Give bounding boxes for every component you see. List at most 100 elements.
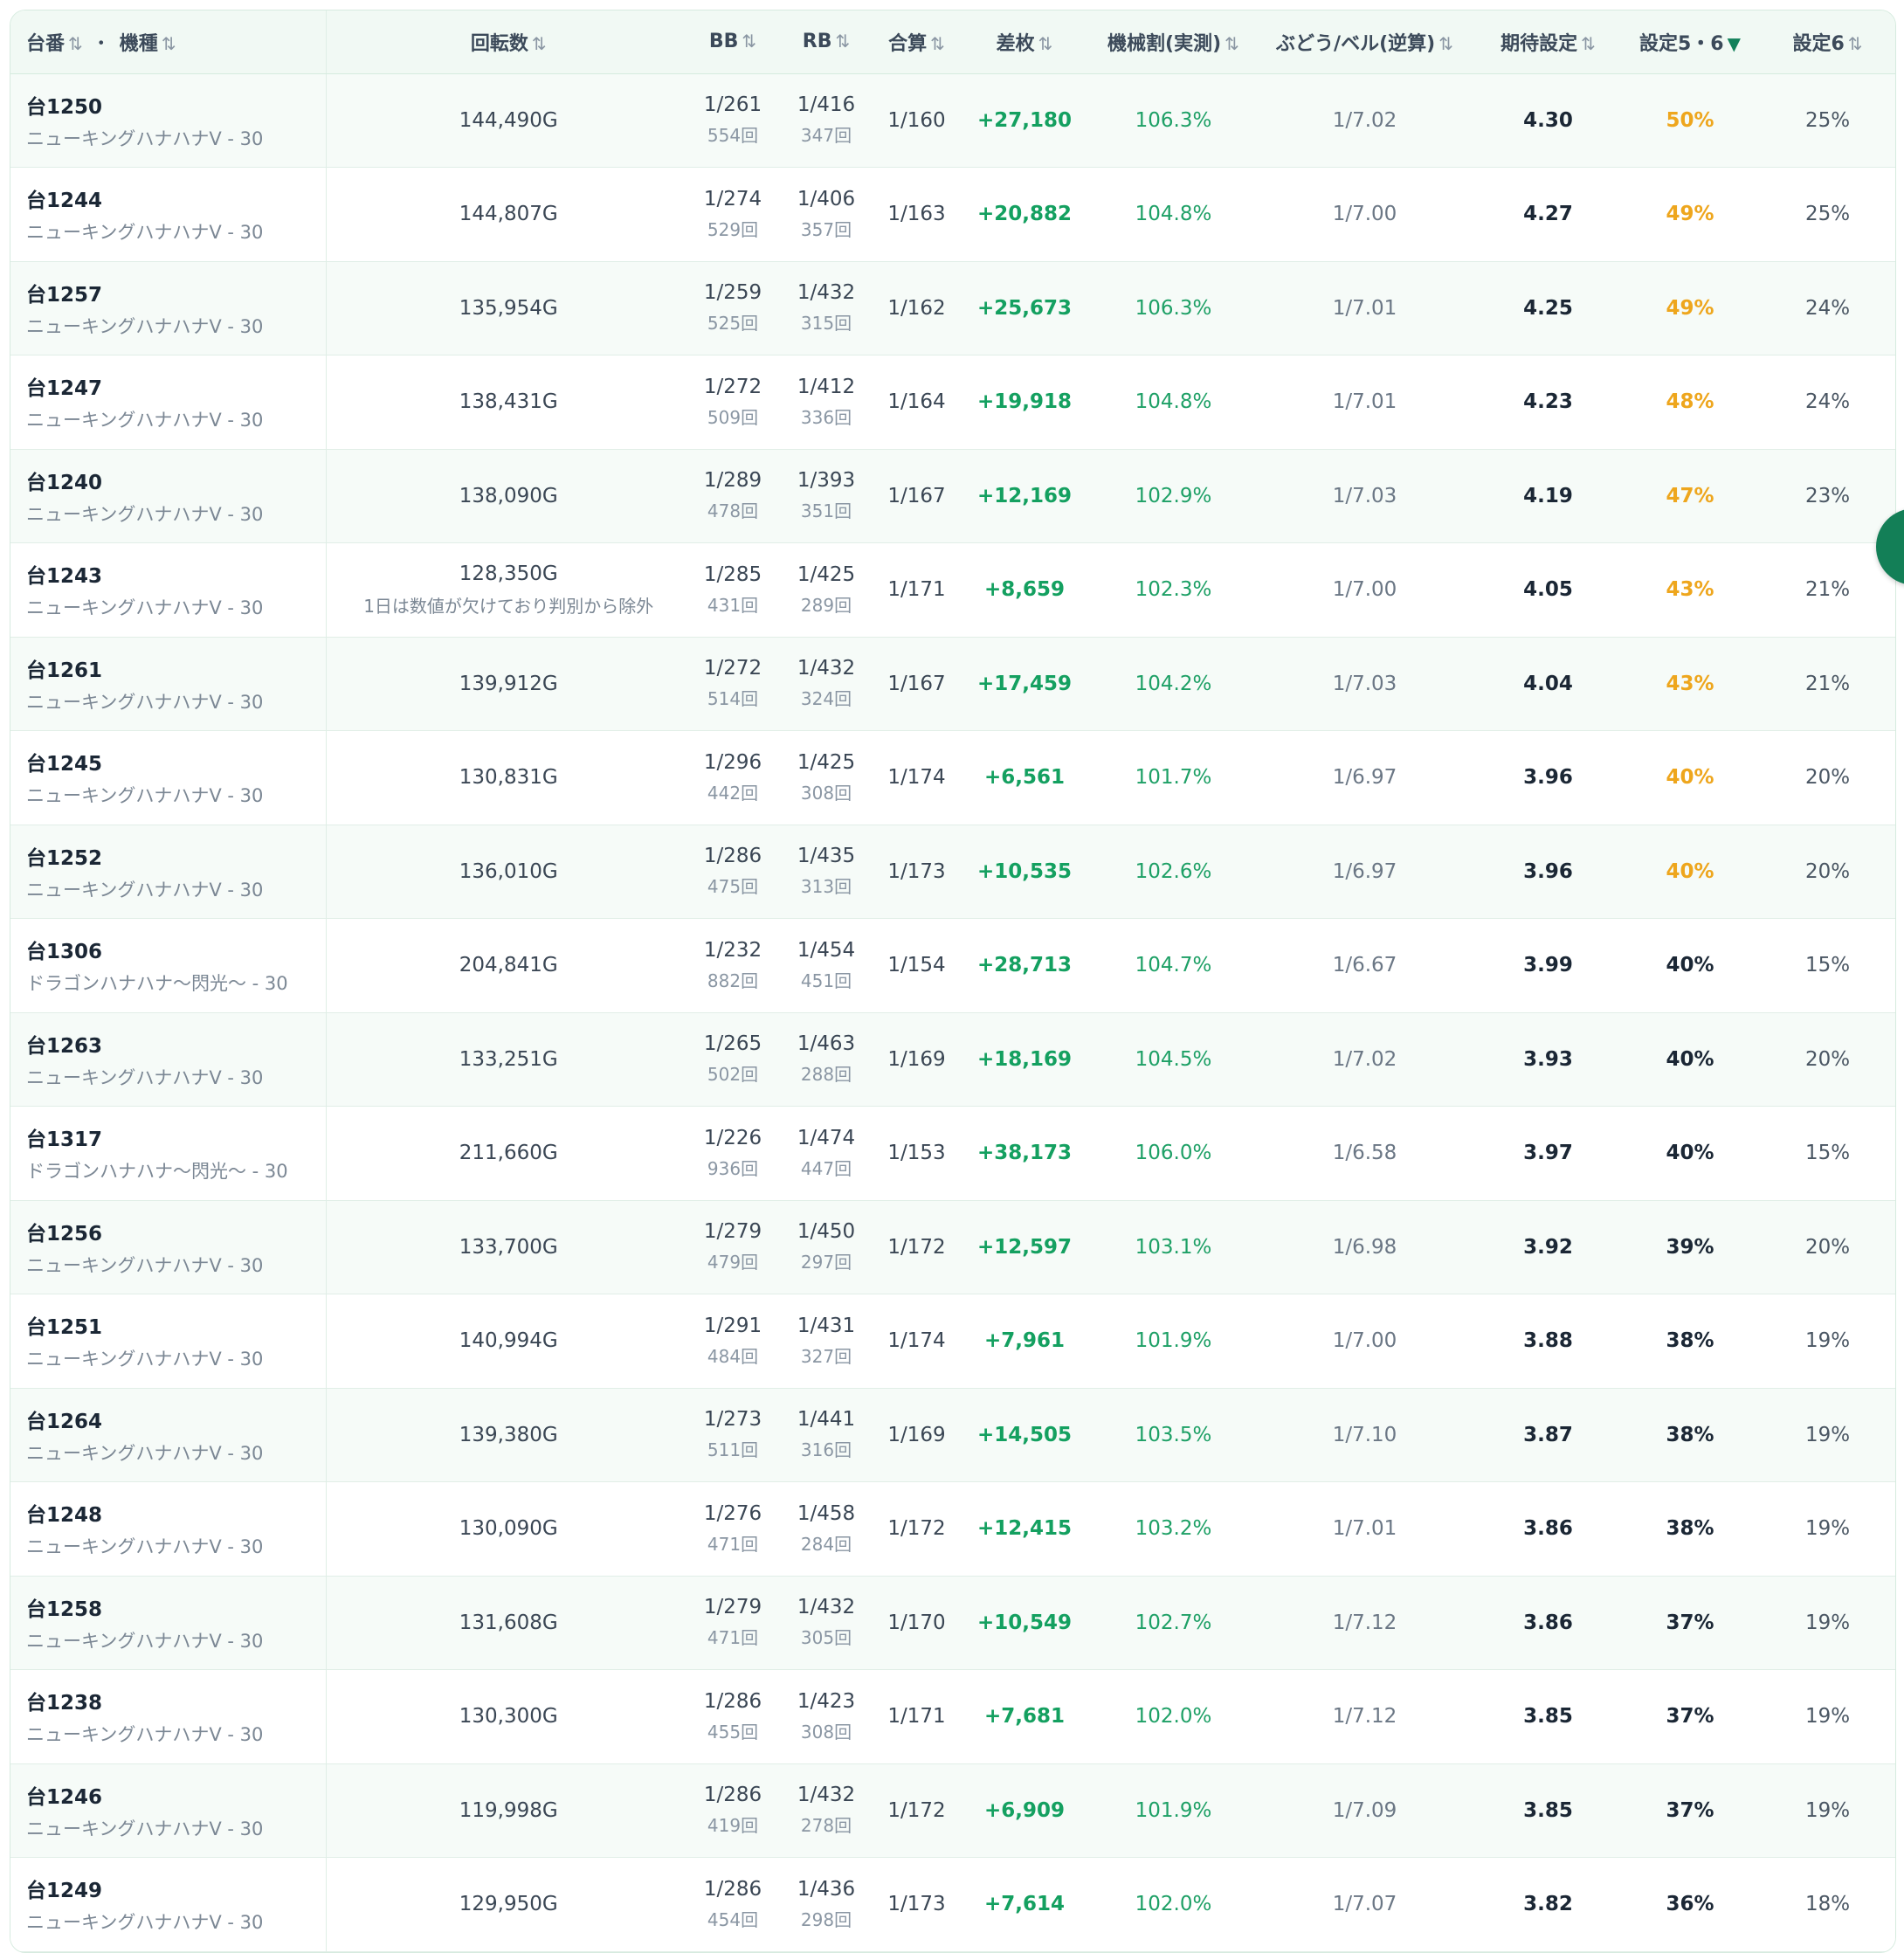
grape-cell: 1/7.10 <box>1332 1423 1397 1446</box>
sort-icon[interactable]: ⇅ <box>1848 33 1863 54</box>
setting6-cell: 15% <box>1804 954 1851 977</box>
sort-icon[interactable]: ⇅ <box>835 31 850 52</box>
setting56-cell: 49% <box>1666 203 1714 226</box>
table-row[interactable]: 台1257 ニューキングハナハナV - 30 135,954G 1/259 52… <box>10 261 1895 355</box>
sort-icon[interactable]: ⇅ <box>532 33 547 54</box>
header-payout-rate[interactable]: 機械割(実測) ⇅ <box>1093 10 1253 74</box>
table-row[interactable]: 台1240 ニューキングハナハナV - 30 138,090G 1/289 47… <box>10 449 1895 543</box>
header-expected-setting[interactable]: 期待設定 ⇅ <box>1476 10 1620 74</box>
table-row[interactable]: 台1264 ニューキングハナハナV - 30 139,380G 1/273 51… <box>10 1388 1895 1482</box>
rb-cell: 1/432 278回 <box>775 1763 878 1858</box>
setting6-cell: 19% <box>1804 1329 1851 1353</box>
header-spins-label: 回転数 <box>470 32 528 55</box>
sort-icon[interactable]: ⇅ <box>1224 33 1239 54</box>
bb-ratio: 1/261 <box>703 93 762 117</box>
header-setting56-label: 設定5・6 <box>1638 32 1724 55</box>
combined-cell: 1/169 <box>887 1423 946 1446</box>
bb-count: 882回 <box>707 970 759 991</box>
rb-ratio: 1/454 <box>797 938 856 962</box>
sort-icon[interactable]: ⇅ <box>742 31 756 52</box>
table-row[interactable]: 台1238 ニューキングハナハナV - 30 130,300G 1/286 45… <box>10 1669 1895 1763</box>
header-combined[interactable]: 合算 ⇅ <box>878 10 955 74</box>
sort-desc-active-icon[interactable]: ▼ <box>1728 33 1741 54</box>
header-rb[interactable]: RB ⇅ <box>775 10 878 74</box>
table-row[interactable]: 台1243 ニューキングハナハナV - 30 128,350G 1日は数値が欠け… <box>10 542 1895 638</box>
combined-cell: 1/164 <box>887 390 946 414</box>
diff-cell: +12,415 <box>976 1517 1073 1541</box>
grape-cell: 1/6.97 <box>1332 859 1397 883</box>
rb-count: 308回 <box>800 1721 852 1743</box>
machine-number: 台1246 <box>26 1785 103 1809</box>
bb-ratio: 1/226 <box>703 1126 762 1149</box>
machine-number: 台1245 <box>26 753 103 776</box>
diff-cell: +18,169 <box>976 1047 1073 1071</box>
table-row[interactable]: 台1317 ドラゴンハナハナ〜閃光〜 - 30 211,660G 1/226 9… <box>10 1106 1895 1200</box>
rb-cell: 1/435 313回 <box>775 825 878 919</box>
table-row[interactable]: 台1248 ニューキングハナハナV - 30 130,090G 1/276 47… <box>10 1481 1895 1577</box>
sort-icon[interactable]: ⇅ <box>162 33 176 54</box>
spins-cell: 204,841G <box>326 919 691 1013</box>
rb-ratio: 1/435 <box>797 845 856 868</box>
bb-ratio: 1/285 <box>703 562 762 586</box>
sort-icon[interactable]: ⇅ <box>68 33 83 54</box>
header-grape[interactable]: ぶどう/ベル(逆算) ⇅ <box>1253 10 1476 74</box>
table-row[interactable]: 台1250 ニューキングハナハナV - 30 144,490G 1/261 55… <box>10 73 1895 168</box>
table-row[interactable]: 台1251 ニューキングハナハナV - 30 140,994G 1/291 48… <box>10 1294 1895 1388</box>
table-row[interactable]: 台1245 ニューキングハナハナV - 30 130,831G 1/296 44… <box>10 730 1895 825</box>
table-row[interactable]: 台1263 ニューキングハナハナV - 30 133,251G 1/265 50… <box>10 1012 1895 1107</box>
table-row[interactable]: 台1246 ニューキングハナハナV - 30 119,998G 1/286 41… <box>10 1763 1895 1858</box>
spins-cell: 139,912G <box>326 637 691 731</box>
sort-icon[interactable]: ⇅ <box>1038 33 1053 54</box>
header-spins[interactable]: 回転数 ⇅ <box>326 10 691 74</box>
bb-cell: 1/274 529回 <box>691 168 775 262</box>
bb-ratio: 1/296 <box>703 750 762 774</box>
table-row[interactable]: 台1244 ニューキングハナハナV - 30 144,807G 1/274 52… <box>10 167 1895 262</box>
machine-name: ニューキングハナハナV - 30 <box>26 1349 264 1370</box>
grape-cell: 1/7.12 <box>1332 1705 1397 1729</box>
sort-icon[interactable]: ⇅ <box>1438 33 1453 54</box>
grape-cell: 1/7.00 <box>1332 578 1397 602</box>
bb-count: 936回 <box>707 1157 759 1179</box>
header-bb[interactable]: BB ⇅ <box>691 10 775 74</box>
header-machine[interactable]: 台番 ⇅ ・機種 ⇅ <box>10 10 327 74</box>
bb-cell: 1/276 471回 <box>691 1482 775 1577</box>
rb-count: 316回 <box>800 1439 852 1461</box>
bb-cell: 1/285 431回 <box>691 543 775 638</box>
diff-cell: +12,597 <box>976 1235 1073 1259</box>
header-setting6[interactable]: 設定6 ⇅ <box>1760 10 1895 74</box>
bb-cell: 1/296 442回 <box>691 731 775 825</box>
setting56-cell: 38% <box>1666 1517 1714 1541</box>
table-row[interactable]: 台1247 ニューキングハナハナV - 30 138,431G 1/272 50… <box>10 355 1895 449</box>
expected-setting-cell: 4.19 <box>1523 484 1573 507</box>
header-diff[interactable]: 差枚 ⇅ <box>955 10 1093 74</box>
setting56-cell: 50% <box>1666 108 1714 132</box>
payout-rate-cell: 102.3% <box>1135 578 1212 602</box>
table-row[interactable]: 台1258 ニューキングハナハナV - 30 131,608G 1/279 47… <box>10 1576 1895 1670</box>
machine-name: ニューキングハナハナV - 30 <box>26 128 264 149</box>
table-row[interactable]: 台1256 ニューキングハナハナV - 30 133,700G 1/279 47… <box>10 1200 1895 1294</box>
rb-ratio: 1/393 <box>797 469 856 493</box>
table-row[interactable]: 台1306 ドラゴンハナハナ〜閃光〜 - 30 204,841G 1/232 8… <box>10 918 1895 1013</box>
bb-count: 431回 <box>707 594 759 616</box>
machine-cell: 台1264 ニューキングハナハナV - 30 <box>10 1388 327 1482</box>
payout-rate-cell: 102.0% <box>1135 1705 1212 1729</box>
table-row[interactable]: 台1249 ニューキングハナハナV - 30 129,950G 1/286 45… <box>10 1857 1895 1952</box>
setting6-cell: 24% <box>1804 296 1851 320</box>
sort-icon[interactable]: ⇅ <box>930 33 945 54</box>
header-setting56[interactable]: 設定5・6 ▼ <box>1620 10 1760 74</box>
spins-value: 119,998G <box>459 1798 558 1822</box>
bb-count: 511回 <box>707 1439 759 1461</box>
spins-cell: 129,950G <box>326 1858 691 1952</box>
bb-cell: 1/289 478回 <box>691 449 775 543</box>
bb-cell: 1/265 502回 <box>691 1012 775 1107</box>
results-table: 台番 ⇅ ・機種 ⇅ 回転数 ⇅ BB ⇅ RB ⇅ 合算 ⇅ 差枚 ⇅ 機械割(実測) ⇅ ぶど… <box>10 10 1895 1952</box>
table-row[interactable]: 台1252 ニューキングハナハナV - 30 136,010G 1/286 47… <box>10 825 1895 919</box>
bb-ratio: 1/286 <box>703 845 762 868</box>
rb-count: 313回 <box>800 876 852 898</box>
table-row[interactable]: 台1261 ニューキングハナハナV - 30 139,912G 1/272 51… <box>10 637 1895 731</box>
setting6-cell: 21% <box>1804 578 1851 602</box>
payout-rate-cell: 101.9% <box>1135 1798 1212 1822</box>
sort-icon[interactable]: ⇅ <box>1581 33 1596 54</box>
header-machine-no-label: 台番 <box>26 32 66 55</box>
rb-ratio: 1/432 <box>797 1596 856 1619</box>
